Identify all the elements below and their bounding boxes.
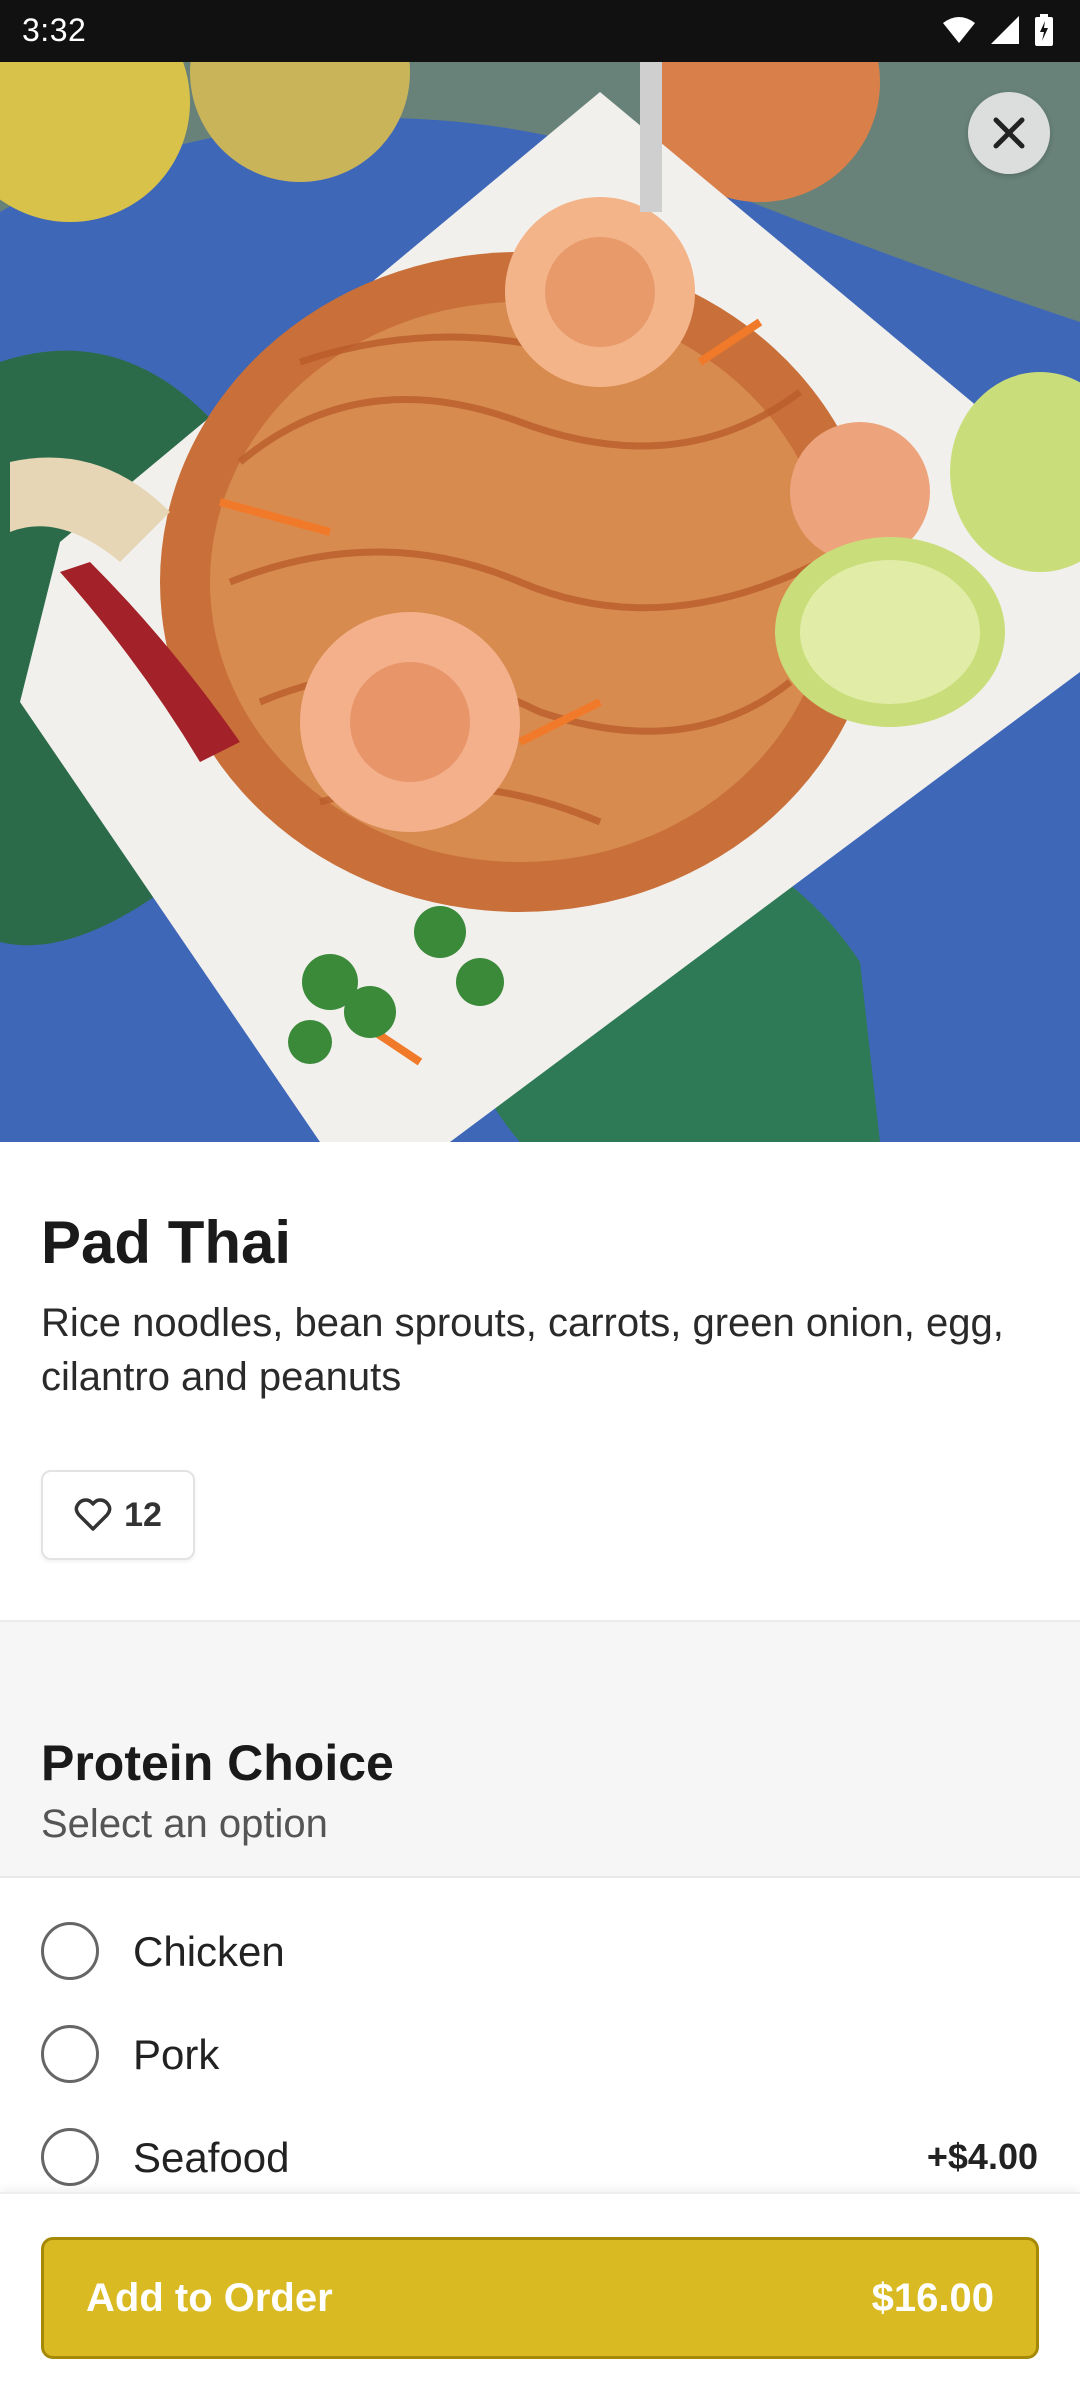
dish-photo <box>0 62 1080 1142</box>
protein-choice-header: Protein Choice Select an option <box>0 1620 1080 1878</box>
section-title: Protein Choice <box>41 1735 394 1791</box>
section-subtitle: Select an option <box>41 1802 328 1846</box>
option-label: Chicken <box>133 1928 285 1975</box>
battery-icon <box>1035 14 1053 46</box>
status-bar: 3:32 <box>0 0 1080 62</box>
option-chicken[interactable]: Chicken <box>0 1902 1080 2002</box>
option-label: Pork <box>133 2031 220 2078</box>
add-to-order-label: Add to Order <box>86 2276 333 2320</box>
close-icon <box>993 117 1025 149</box>
radio-button[interactable] <box>41 2128 99 2186</box>
order-total: $16.00 <box>871 2276 994 2320</box>
dish-image <box>0 62 1080 1142</box>
add-to-order-button[interactable]: Add to Order $16.00 <box>41 2237 1039 2359</box>
bottom-bar: Add to Order $16.00 <box>0 2192 1080 2402</box>
like-count: 12 <box>124 1495 162 1534</box>
status-icons <box>942 14 1054 46</box>
close-button[interactable] <box>968 92 1050 174</box>
item-description: Rice noodles, bean sprouts, carrots, gre… <box>41 1301 1004 1399</box>
like-button[interactable]: 12 <box>41 1470 195 1560</box>
radio-button[interactable] <box>41 1922 99 1980</box>
item-title: Pad Thai <box>41 1209 292 1276</box>
option-label: Seafood <box>133 2134 290 2181</box>
status-time: 3:32 <box>22 12 87 48</box>
radio-button[interactable] <box>41 2025 99 2083</box>
heart-icon <box>74 1498 112 1531</box>
option-pork[interactable]: Pork <box>0 2005 1080 2105</box>
option-price: +$4.00 <box>926 2136 1038 2177</box>
signal-icon <box>991 16 1019 44</box>
wifi-icon <box>943 17 975 43</box>
